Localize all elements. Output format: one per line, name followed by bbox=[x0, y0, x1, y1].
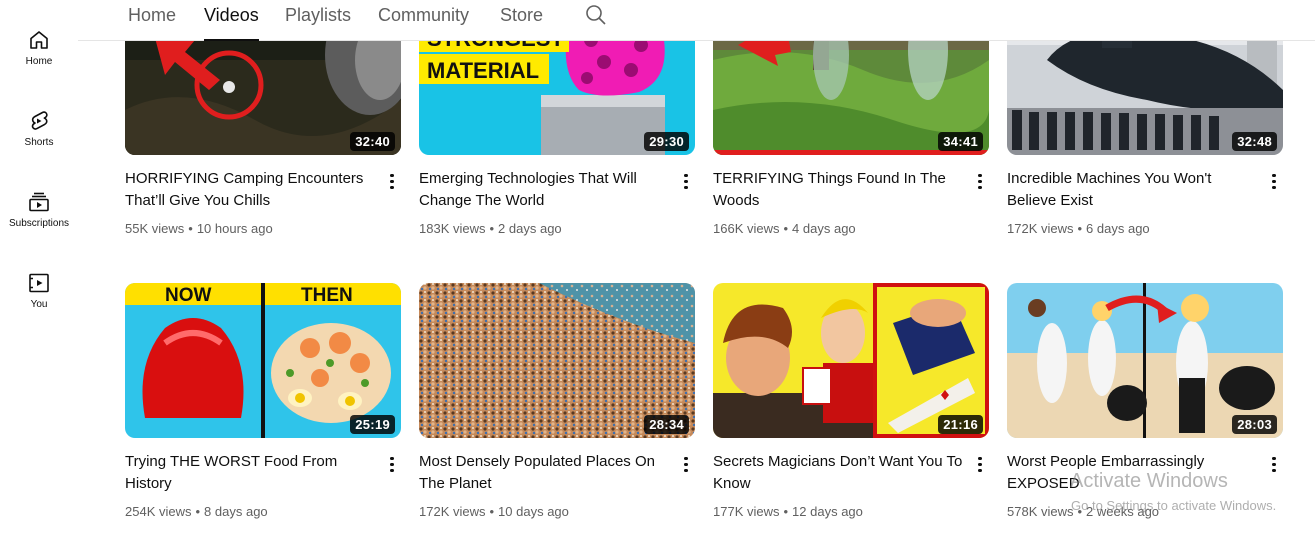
view-count: 254K views bbox=[125, 504, 192, 519]
upload-age: 10 hours ago bbox=[196, 221, 273, 236]
more-options-icon[interactable] bbox=[976, 454, 984, 476]
meta-separator: • bbox=[783, 504, 789, 519]
guide-item-shorts[interactable]: Shorts bbox=[0, 109, 78, 148]
video-thumbnail[interactable]: NOW THEN 25:19 bbox=[125, 283, 401, 438]
tab-playlists[interactable]: Playlists bbox=[285, 4, 351, 41]
video-thumbnail[interactable]: 21:16 bbox=[713, 283, 989, 438]
more-options-icon[interactable] bbox=[1270, 171, 1278, 193]
guide-item-home[interactable]: Home bbox=[0, 28, 78, 67]
tab-home[interactable]: Home bbox=[128, 4, 176, 41]
home-icon bbox=[30, 31, 48, 49]
duration-badge: 28:03 bbox=[1232, 415, 1277, 434]
more-options-icon[interactable] bbox=[388, 454, 396, 476]
activate-windows-watermark: Activate Windows bbox=[1070, 470, 1228, 492]
guide-label-subscriptions: Subscriptions bbox=[8, 218, 70, 229]
tab-community[interactable]: Community bbox=[378, 4, 469, 41]
guide-item-subscriptions[interactable]: Subscriptions bbox=[0, 190, 78, 229]
duration-badge: 32:48 bbox=[1232, 132, 1277, 151]
video-metadata: 172K views • 6 days ago bbox=[1007, 221, 1150, 236]
meta-separator: • bbox=[188, 221, 193, 236]
duration-badge: 25:19 bbox=[350, 415, 395, 434]
thumbnail-text: THEN bbox=[301, 285, 353, 306]
video-thumbnail[interactable]: 32:40 bbox=[125, 41, 401, 155]
upload-age: 6 days ago bbox=[1086, 221, 1150, 236]
upload-age: 4 days ago bbox=[792, 221, 856, 236]
meta-separator: • bbox=[783, 221, 789, 236]
video-thumbnail[interactable]: 34:41 bbox=[713, 41, 989, 155]
video-metadata: 177K views • 12 days ago bbox=[713, 504, 863, 519]
video-title[interactable]: Emerging Technologies That Will Change T… bbox=[419, 168, 671, 212]
meta-separator: • bbox=[489, 504, 495, 519]
video-title[interactable]: Most Densely Populated Places On The Pla… bbox=[419, 451, 671, 495]
view-count: 166K views bbox=[713, 221, 780, 236]
channel-tabs: Home Videos Playlists Community Store bbox=[78, 0, 1315, 41]
you-icon bbox=[29, 273, 49, 293]
upload-age: 8 days ago bbox=[204, 504, 268, 519]
video-thumbnail[interactable]: 28:34 bbox=[419, 283, 695, 438]
meta-separator: • bbox=[1077, 221, 1083, 236]
guide-sidebar: Home Shorts Subscriptions You bbox=[0, 0, 78, 541]
duration-badge: 32:40 bbox=[350, 132, 395, 151]
view-count: 172K views bbox=[1007, 221, 1074, 236]
video-title[interactable]: HORRIFYING Camping Encounters That’ll Gi… bbox=[125, 168, 377, 212]
thumbnail-text: STRONGEST bbox=[427, 41, 564, 51]
duration-badge: 29:30 bbox=[644, 132, 689, 151]
subscriptions-icon bbox=[29, 192, 49, 212]
view-count: 172K views bbox=[419, 504, 486, 519]
view-count: 177K views bbox=[713, 504, 780, 519]
video-title[interactable]: Incredible Machines You Won't Believe Ex… bbox=[1007, 168, 1259, 212]
more-options-icon[interactable] bbox=[682, 454, 690, 476]
guide-label-home: Home bbox=[25, 56, 53, 67]
guide-label-shorts: Shorts bbox=[24, 137, 54, 148]
upload-age: 12 days ago bbox=[792, 504, 863, 519]
video-thumbnail[interactable]: 28:03 bbox=[1007, 283, 1283, 438]
search-icon[interactable] bbox=[584, 3, 608, 27]
meta-separator: • bbox=[489, 221, 495, 236]
guide-label-you: You bbox=[30, 299, 48, 310]
shorts-icon bbox=[31, 111, 48, 130]
more-options-icon[interactable] bbox=[388, 171, 396, 193]
duration-badge: 28:34 bbox=[644, 415, 689, 434]
video-metadata: 172K views • 10 days ago bbox=[419, 504, 569, 519]
video-metadata: 166K views • 4 days ago bbox=[713, 221, 856, 236]
upload-age: 10 days ago bbox=[498, 504, 569, 519]
duration-badge: 34:41 bbox=[938, 132, 983, 151]
video-metadata: 183K views • 2 days ago bbox=[419, 221, 562, 236]
thumbnail-text: MATERIAL bbox=[427, 58, 539, 83]
video-thumbnail[interactable]: 32:48 bbox=[1007, 41, 1283, 155]
view-count: 578K views bbox=[1007, 504, 1074, 519]
duration-badge: 21:16 bbox=[938, 415, 983, 434]
meta-separator: • bbox=[195, 504, 201, 519]
tab-store[interactable]: Store bbox=[500, 4, 543, 41]
tab-videos[interactable]: Videos bbox=[204, 4, 259, 41]
thumbnail-text: NOW bbox=[165, 285, 212, 306]
video-metadata: 254K views • 8 days ago bbox=[125, 504, 268, 519]
video-title[interactable]: Secrets Magicians Don’t Want You To Know bbox=[713, 451, 965, 495]
video-metadata: 55K views • 10 hours ago bbox=[125, 221, 273, 236]
guide-item-you[interactable]: You bbox=[0, 271, 78, 310]
video-thumbnail[interactable]: WORLD'S STRONGEST MATERIAL 29:30 bbox=[419, 41, 695, 155]
more-options-icon[interactable] bbox=[976, 171, 984, 193]
video-title[interactable]: TERRIFYING Things Found In The Woods bbox=[713, 168, 965, 212]
more-options-icon[interactable] bbox=[1270, 454, 1278, 476]
video-title[interactable]: Trying THE WORST Food From History bbox=[125, 451, 377, 495]
activate-windows-hint: Go to Settings to activate Windows. bbox=[1071, 498, 1277, 513]
view-count: 55K views bbox=[125, 221, 185, 236]
upload-age: 2 days ago bbox=[498, 221, 562, 236]
more-options-icon[interactable] bbox=[682, 171, 690, 193]
view-count: 183K views bbox=[419, 221, 486, 236]
